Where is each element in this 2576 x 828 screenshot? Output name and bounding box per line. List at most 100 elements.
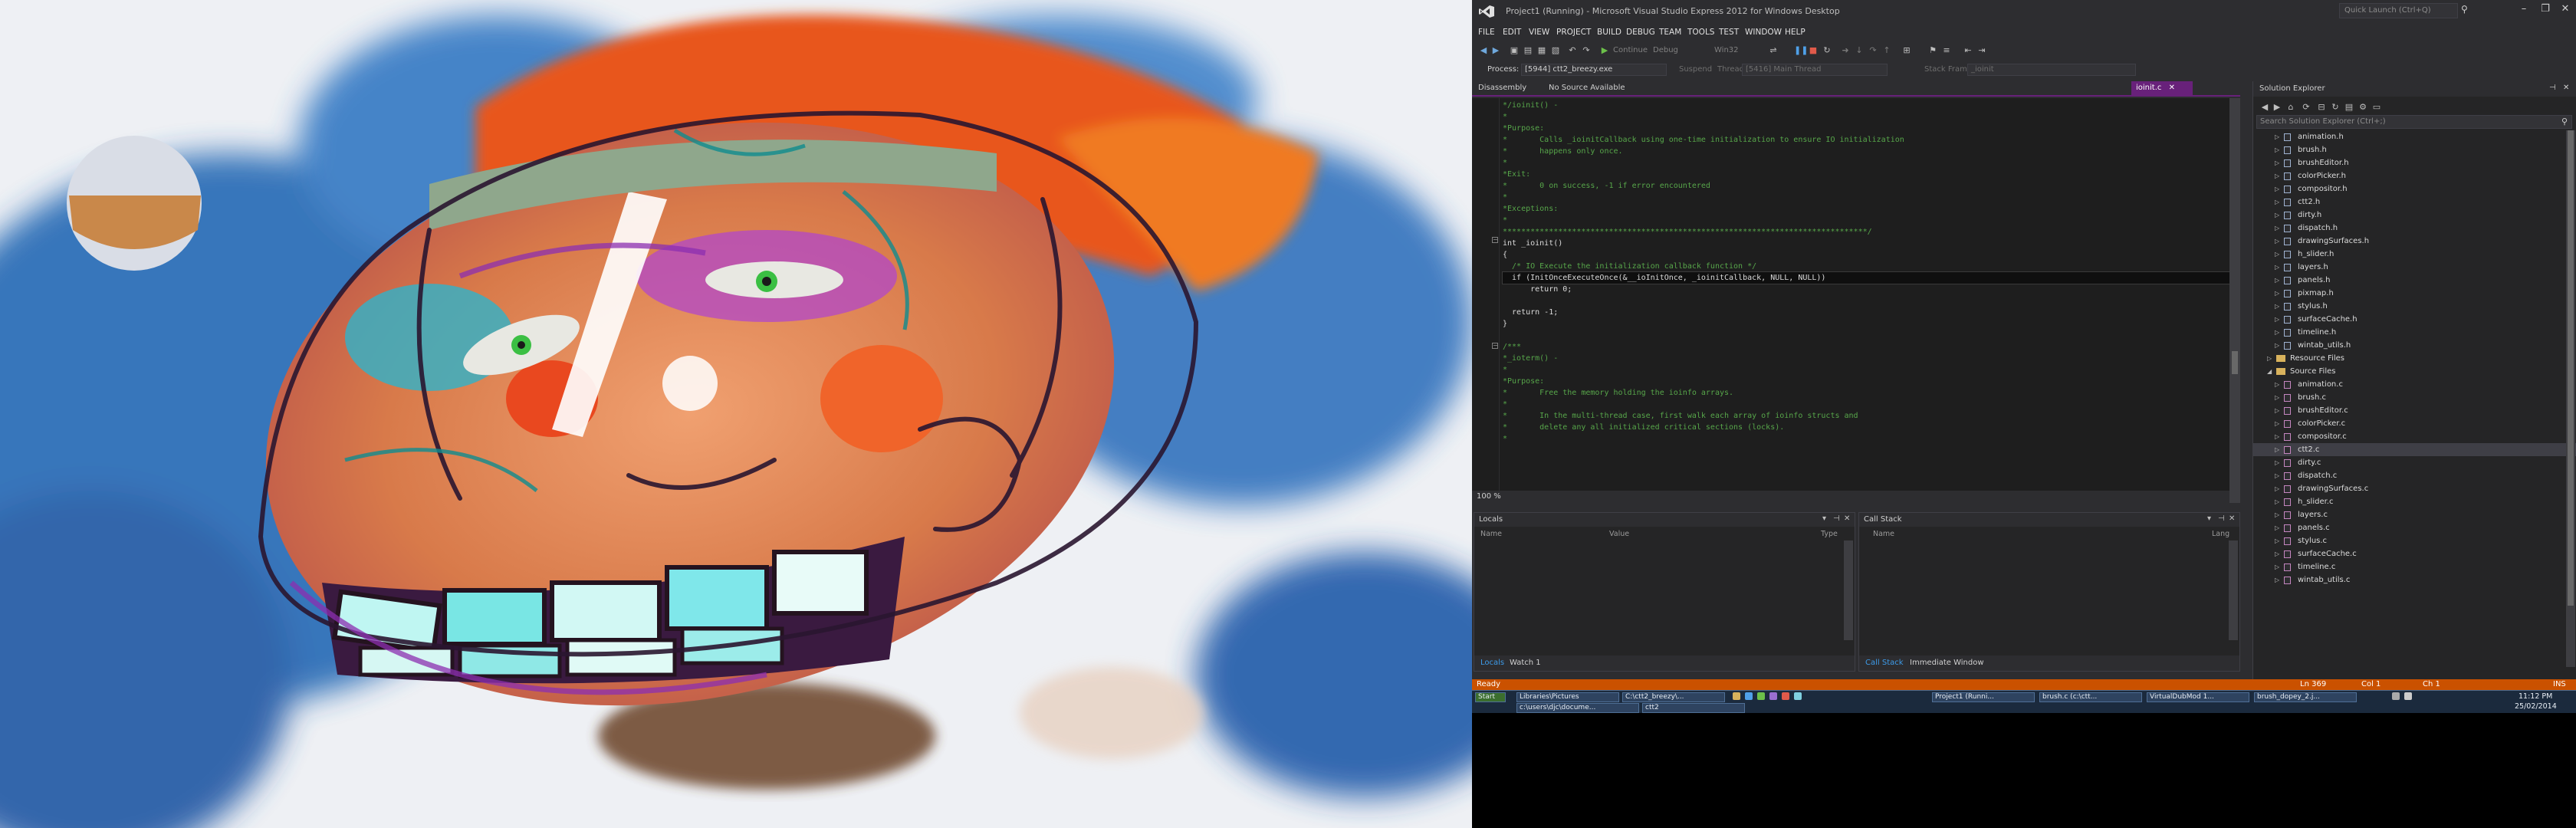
expand-arrow-icon[interactable]: ▷: [2275, 222, 2279, 235]
solution-search-input[interactable]: Search Solution Explorer (Ctrl+;): [2256, 115, 2572, 129]
suspend-button[interactable]: Suspend: [1679, 65, 1712, 74]
code-line[interactable]: *Purpose:: [1503, 123, 2231, 134]
solution-tree-item[interactable]: ▷ compositor.h: [2253, 182, 2576, 196]
tab-ioinit-c[interactable]: ioinit.c ✕: [2131, 81, 2193, 95]
expand-arrow-icon[interactable]: ▷: [2275, 391, 2279, 404]
tab-locals[interactable]: Locals: [1480, 659, 1504, 667]
process-select[interactable]: [5944] ctt2_breezy.exe: [1521, 64, 1667, 76]
solution-tree-item[interactable]: ▷ layers.h: [2253, 261, 2576, 274]
expand-arrow-icon[interactable]: ▷: [2275, 313, 2279, 326]
sync-icon[interactable]: ⟳: [2301, 102, 2312, 113]
solution-tree-item[interactable]: ▷ wintab_utils.h: [2253, 339, 2576, 352]
solution-tree-item[interactable]: ▷ brushEditor.h: [2253, 156, 2576, 169]
solution-tree-item[interactable]: ◢ Source Files: [2253, 365, 2576, 378]
menu-window[interactable]: WINDOW: [1745, 28, 1782, 37]
solution-tree-item[interactable]: ▷ dirty.h: [2253, 209, 2576, 222]
solution-tree-item[interactable]: ▷ ctt2.c: [2253, 443, 2576, 456]
solution-tree-item[interactable]: ▷ timeline.h: [2253, 326, 2576, 339]
tab-immediate-window[interactable]: Immediate Window: [1910, 659, 1984, 667]
menu-team[interactable]: TEAM: [1659, 28, 1681, 37]
step-over-icon[interactable]: ↷: [1868, 45, 1878, 56]
quick-launch-input[interactable]: Quick Launch (Ctrl+Q): [2339, 3, 2458, 18]
menu-debug[interactable]: DEBUG: [1626, 28, 1655, 37]
code-line[interactable]: /***: [1503, 341, 2231, 353]
solution-tree-item[interactable]: ▷ brush.h: [2253, 143, 2576, 156]
solution-tree-item[interactable]: ▷ brush.c: [2253, 391, 2576, 404]
expand-arrow-icon[interactable]: ▷: [2275, 196, 2279, 209]
configuration-select[interactable]: Debug: [1650, 45, 1681, 58]
menu-test[interactable]: TEST: [1719, 28, 1739, 37]
solution-scrollbar[interactable]: [2566, 130, 2575, 667]
start-button[interactable]: Start: [1475, 692, 1506, 702]
code-line[interactable]: *Exit:: [1503, 169, 2231, 180]
code-line[interactable]: * delete any all initialized critical se…: [1503, 422, 2231, 433]
comment-icon[interactable]: ≡: [1941, 45, 1952, 56]
solution-tree-item[interactable]: ▷ stylus.h: [2253, 300, 2576, 313]
save-icon[interactable]: ▦: [1536, 45, 1547, 56]
solution-tree-item[interactable]: ▷ compositor.c: [2253, 430, 2576, 443]
menu-view[interactable]: VIEW: [1529, 28, 1549, 37]
taskbar-brush-c[interactable]: brush.c (c:\ctt...: [2039, 692, 2142, 702]
expand-arrow-icon[interactable]: ▷: [2275, 130, 2279, 143]
expand-arrow-icon[interactable]: ▷: [2267, 352, 2272, 365]
column-type[interactable]: Type: [1821, 530, 1838, 538]
app-icon[interactable]: [1769, 692, 1777, 700]
attach-icon[interactable]: ⇌: [1768, 45, 1779, 56]
stack-frame-select[interactable]: _ioinit: [1967, 64, 2136, 76]
thread-select[interactable]: [5416] Main Thread: [1742, 64, 1888, 76]
expand-arrow-icon[interactable]: ▷: [2275, 156, 2279, 169]
solution-tree-item[interactable]: ▷ colorPicker.h: [2253, 169, 2576, 182]
save-all-icon[interactable]: ▧: [1550, 45, 1561, 56]
code-line[interactable]: *_ioterm() -: [1503, 353, 2231, 364]
refresh-icon[interactable]: ↻: [2330, 102, 2341, 113]
solution-tree-item[interactable]: ▷ dispatch.h: [2253, 222, 2576, 235]
expand-arrow-icon[interactable]: ▷: [2275, 143, 2279, 156]
expand-arrow-icon[interactable]: ▷: [2275, 521, 2279, 534]
solution-tree-item[interactable]: ▷ h_slider.h: [2253, 248, 2576, 261]
solution-tree-item[interactable]: ▷ drawingSurfaces.c: [2253, 482, 2576, 495]
menu-file[interactable]: FILE: [1478, 28, 1495, 37]
bookmark-icon[interactable]: ⚑: [1927, 45, 1938, 56]
collapse-icon[interactable]: −: [1492, 343, 1498, 349]
show-next-statement-icon[interactable]: ➜: [1840, 45, 1851, 56]
minimize-button[interactable]: –: [2516, 3, 2532, 15]
expand-arrow-icon[interactable]: ▷: [2275, 469, 2279, 482]
app-icon[interactable]: [1757, 692, 1765, 700]
code-line[interactable]: * In the multi-thread case, first walk e…: [1503, 410, 2231, 422]
platform-select[interactable]: Win32: [1711, 45, 1742, 58]
expand-arrow-icon[interactable]: ▷: [2275, 560, 2279, 573]
code-line[interactable]: *: [1503, 215, 2231, 226]
close-button[interactable]: ✕: [2558, 3, 2573, 15]
expand-arrow-icon[interactable]: ▷: [2275, 508, 2279, 521]
expand-arrow-icon[interactable]: ▷: [2275, 300, 2279, 313]
pin-icon[interactable]: ⊣: [1833, 514, 1840, 523]
menu-build[interactable]: BUILD: [1597, 28, 1622, 37]
open-file-icon[interactable]: ▤: [1523, 45, 1533, 56]
explorer-icon[interactable]: [1733, 692, 1740, 700]
zoom-level[interactable]: 100 %: [1477, 492, 1501, 501]
hex-display-icon[interactable]: ⊞: [1901, 45, 1912, 56]
pin-icon[interactable]: ⊣: [2218, 514, 2225, 523]
painting-canvas[interactable]: [0, 0, 1472, 828]
code-line[interactable]: *: [1503, 364, 2231, 376]
new-project-icon[interactable]: ▣: [1509, 45, 1520, 56]
code-line[interactable]: {: [1503, 249, 2231, 261]
column-name[interactable]: Name: [1873, 530, 1894, 538]
network-icon[interactable]: [2404, 692, 2412, 700]
tab-watch-1[interactable]: Watch 1: [1510, 659, 1541, 667]
collapse-icon[interactable]: −: [1492, 237, 1498, 243]
code-line[interactable]: *Purpose:: [1503, 376, 2231, 387]
expanded-arrow-icon[interactable]: ◢: [2267, 365, 2272, 378]
expand-arrow-icon[interactable]: ▷: [2275, 404, 2279, 417]
code-editor[interactable]: − − */ioinit() - * *Purpose: * Calls _ioini…: [1472, 98, 2240, 503]
show-all-files-icon[interactable]: ▤: [2344, 102, 2354, 113]
expand-arrow-icon[interactable]: ▷: [2275, 326, 2279, 339]
expand-arrow-icon[interactable]: ▷: [2275, 274, 2279, 287]
app-icon[interactable]: [1794, 692, 1802, 700]
code-line[interactable]: /* IO Execute the initialization callbac…: [1503, 261, 2231, 272]
expand-arrow-icon[interactable]: ▷: [2275, 378, 2279, 391]
taskbar-ctt2-folder[interactable]: C:\ctt2_breezy\...: [1622, 692, 1725, 702]
step-into-icon[interactable]: ↓: [1854, 45, 1865, 56]
expand-arrow-icon[interactable]: ▷: [2275, 495, 2279, 508]
continue-icon[interactable]: ▶: [1599, 45, 1610, 56]
